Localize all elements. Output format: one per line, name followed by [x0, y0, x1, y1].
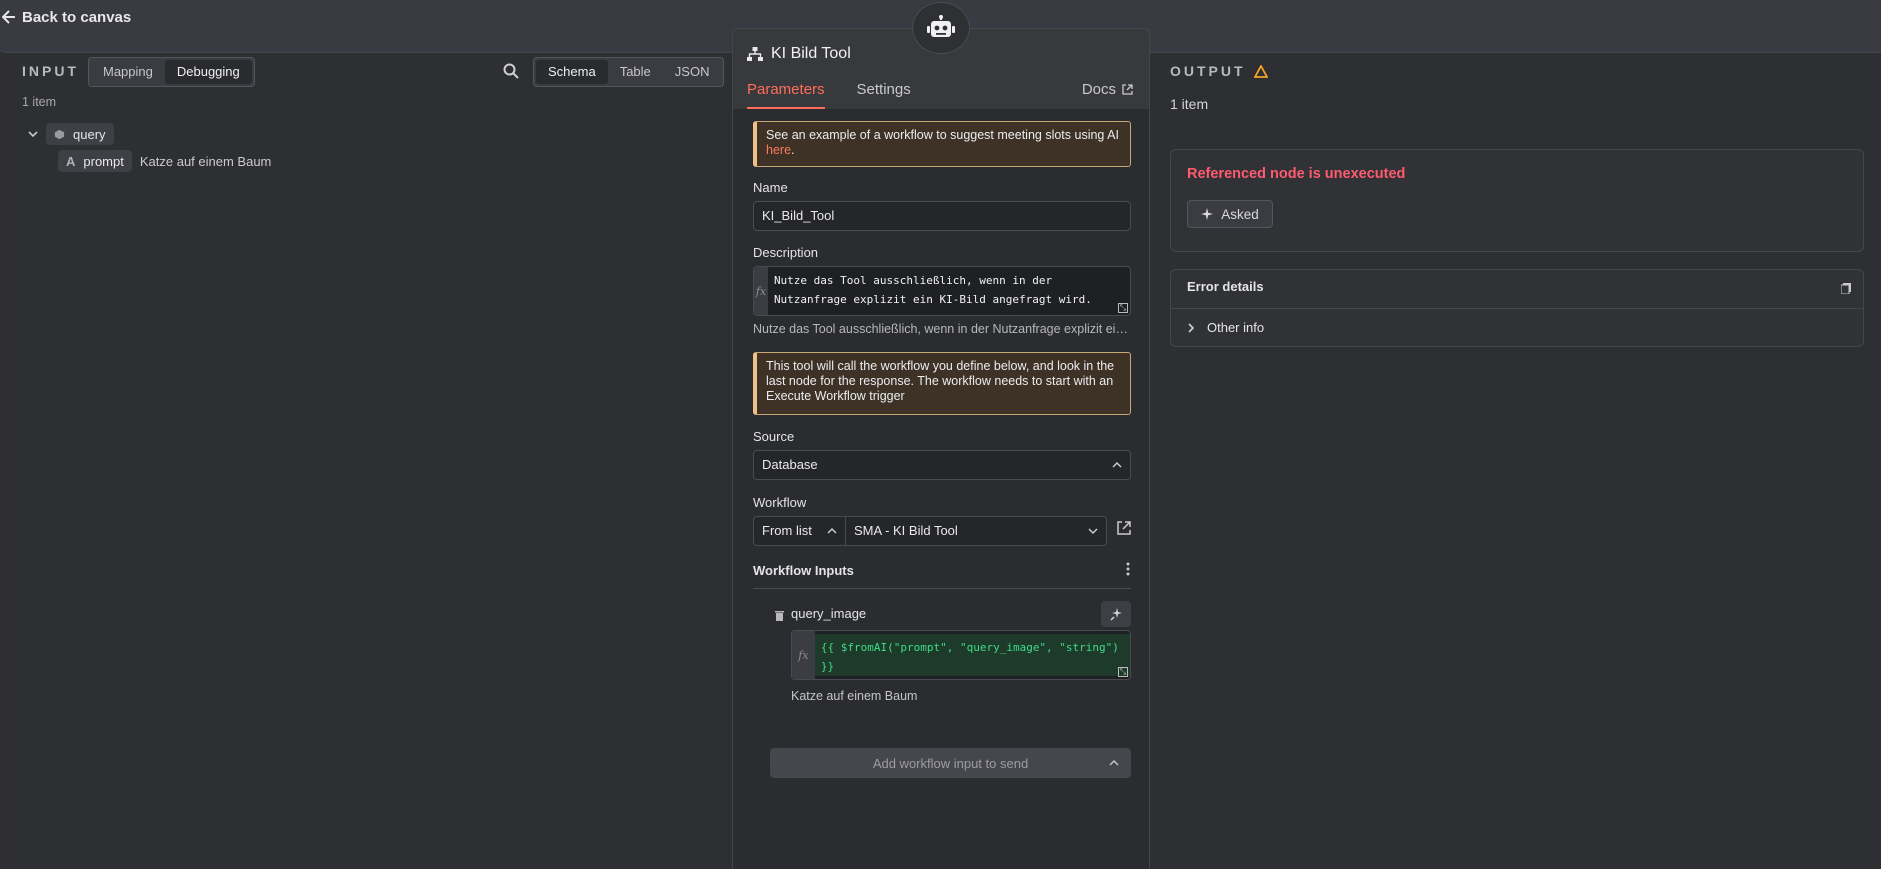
asked-label: Asked: [1221, 206, 1259, 222]
chevron-up-icon: [827, 528, 837, 534]
back-to-canvas-label: Back to canvas: [22, 8, 132, 26]
external-link-icon: [1122, 84, 1133, 95]
error-title: Referenced node is unexecuted: [1187, 166, 1406, 182]
tree-row-query[interactable]: query: [28, 123, 114, 145]
other-info-label: Other info: [1207, 320, 1265, 335]
description-expression-editor[interactable]: fx Nutze das Tool ausschließlich, wenn i…: [753, 266, 1131, 316]
node-type-badge: [912, 2, 970, 54]
name-label: Name: [753, 180, 788, 195]
add-workflow-input-label: Add workflow input to send: [872, 755, 1029, 771]
open-workflow-icon[interactable]: [1117, 521, 1131, 535]
input-mode-toggle: Mapping Debugging: [88, 57, 255, 87]
json-option[interactable]: JSON: [663, 60, 722, 84]
trash-icon[interactable]: [775, 609, 784, 621]
copy-icon[interactable]: [1840, 282, 1851, 295]
example-notice-text: See an example of a workflow to suggest …: [766, 128, 1119, 142]
chevron-up-icon: [1109, 760, 1119, 766]
input-panel-title: INPUT: [22, 63, 79, 79]
debugging-option[interactable]: Debugging: [164, 60, 252, 84]
parameters-pane: See an example of a workflow to suggest …: [733, 109, 1149, 869]
description-hint: Nutze das Tool ausschließlich, wenn in d…: [753, 322, 1131, 336]
back-to-canvas-link[interactable]: Back to canvas: [2, 7, 131, 27]
query-chip: query: [46, 123, 114, 145]
query-image-expression-editor[interactable]: fx {{ $fromAI("prompt", "query_image", "…: [791, 630, 1131, 680]
workflow-label: Workflow: [753, 495, 807, 510]
example-notice: See an example of a workflow to suggest …: [753, 121, 1131, 167]
input-item-count: 1 item: [22, 95, 57, 109]
error-details-card: Error details Other info: [1170, 269, 1864, 347]
input-panel: INPUT Mapping Debugging Schema Table JSO…: [4, 53, 732, 869]
output-panel-title: OUTPUT: [1170, 63, 1246, 79]
error-details-label: Error details: [1187, 279, 1264, 294]
expand-icon[interactable]: ⤡: [1118, 303, 1128, 313]
tree-row-prompt[interactable]: A prompt Katze auf einem Baum: [58, 150, 271, 172]
workflow-notice: This tool will call the workflow you def…: [753, 352, 1131, 415]
output-panel-header: OUTPUT: [1170, 63, 1268, 79]
prompt-chip: A prompt: [58, 150, 132, 172]
description-label: Description: [753, 245, 819, 260]
tab-parameters[interactable]: Parameters: [747, 81, 825, 109]
chevron-down-icon[interactable]: [28, 129, 38, 139]
chevron-right-icon: [1188, 322, 1195, 333]
output-panel: OUTPUT 1 item Referenced node is unexecu…: [1154, 53, 1881, 869]
error-card: Referenced node is unexecuted Asked: [1170, 149, 1864, 252]
input-view-toggle: Schema Table JSON: [533, 57, 725, 87]
source-value: Database: [762, 457, 818, 472]
mapping-option[interactable]: Mapping: [91, 60, 165, 84]
source-select[interactable]: Database: [753, 450, 1131, 480]
add-workflow-input-button[interactable]: Add workflow input to send: [770, 748, 1131, 778]
sparkle-icon: [1110, 608, 1122, 621]
workflow-value: SMA - KI Bild Tool: [854, 523, 958, 538]
string-type-icon: A: [66, 153, 76, 169]
workflow-inputs-label: Workflow Inputs: [753, 563, 854, 578]
node-title[interactable]: KI Bild Tool: [771, 45, 851, 63]
example-here-link[interactable]: here: [766, 143, 791, 157]
workflow-mode-select[interactable]: From list: [753, 516, 846, 546]
example-notice-suffix: .: [791, 143, 795, 157]
prompt-label: prompt: [83, 153, 124, 169]
workflow-tree-icon: [747, 47, 763, 61]
prompt-value: Katze auf einem Baum: [139, 153, 272, 169]
description-expression-text[interactable]: Nutze das Tool ausschließlich, wenn in d…: [768, 267, 1130, 315]
chevron-down-icon: [1088, 528, 1098, 534]
query-image-label: query_image: [791, 606, 867, 621]
schema-option[interactable]: Schema: [536, 60, 608, 84]
workflow-select[interactable]: SMA - KI Bild Tool: [845, 516, 1107, 546]
more-options-icon[interactable]: [1126, 562, 1130, 576]
output-item-count: 1 item: [1170, 96, 1209, 112]
ai-fill-button[interactable]: [1101, 601, 1131, 627]
workflow-inputs-divider: [753, 588, 1131, 589]
expand-icon[interactable]: ⤡: [1118, 667, 1128, 677]
node-settings-panel: KI Bild Tool Parameters Settings Docs Se…: [732, 28, 1150, 869]
query-image-hint: Katze auf einem Baum: [791, 689, 918, 703]
query-image-expression-text[interactable]: {{ $fromAI("prompt", "query_image", "str…: [814, 634, 1130, 676]
fx-icon: fx: [792, 631, 815, 679]
name-input[interactable]: KI_Bild_Tool: [753, 201, 1131, 231]
sparkle-icon: [1201, 208, 1214, 220]
docs-label: Docs: [1081, 81, 1116, 98]
chevron-up-icon: [1112, 462, 1122, 468]
warning-icon: [1253, 64, 1268, 78]
robot-icon: [927, 15, 955, 37]
object-icon: [54, 129, 65, 139]
node-tabs: Parameters Settings: [747, 81, 1135, 109]
docs-link[interactable]: Docs: [1082, 81, 1133, 98]
asked-button[interactable]: Asked: [1187, 200, 1273, 228]
node-header: KI Bild Tool: [747, 45, 851, 63]
query-label: query: [73, 126, 106, 142]
tab-settings[interactable]: Settings: [857, 81, 911, 109]
fx-icon: fx: [754, 267, 768, 315]
other-info-toggle[interactable]: Other info: [1187, 320, 1264, 335]
search-icon[interactable]: [502, 62, 520, 80]
error-details-divider: [1171, 308, 1863, 309]
source-label: Source: [753, 429, 795, 444]
arrow-left-icon: [2, 10, 15, 24]
workflow-mode-value: From list: [762, 523, 812, 538]
table-option[interactable]: Table: [608, 60, 663, 84]
